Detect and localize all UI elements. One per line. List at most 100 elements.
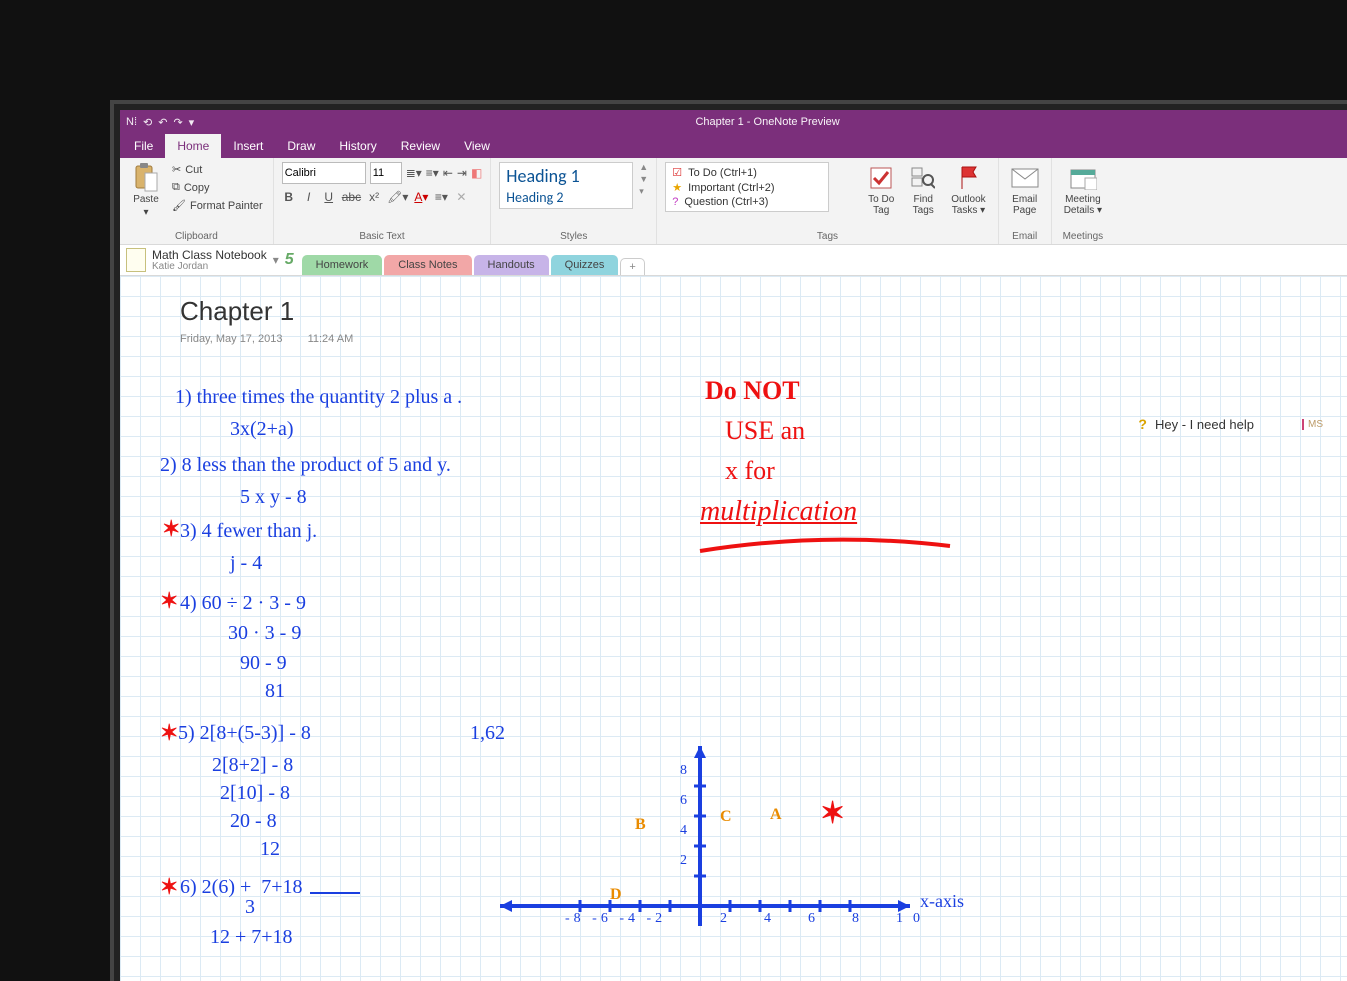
group-clipboard: Paste ▾ ✂Cut ⧉Copy 🖌Format Painter Clipb…: [120, 158, 274, 244]
paste-button[interactable]: Paste ▾: [128, 162, 164, 220]
red-underline-icon: [695, 536, 955, 566]
bullets-icon[interactable]: ≣▾: [406, 166, 422, 180]
font-select[interactable]: [282, 162, 366, 184]
scissors-icon: ✂: [172, 163, 181, 176]
group-label: Styles: [499, 231, 648, 242]
tag-important[interactable]: ★Important (Ctrl+2): [672, 181, 822, 194]
tab-home[interactable]: Home: [165, 134, 221, 158]
window-title: Chapter 1 - OneNote Preview: [194, 116, 1341, 128]
tab-insert[interactable]: Insert: [221, 134, 275, 158]
clear-format-button[interactable]: ✕: [454, 190, 468, 204]
tab-review[interactable]: Review: [389, 134, 452, 158]
ink-line-3: 3) 4 fewer than j.: [180, 520, 317, 543]
ink-line-4b: 30 · 3 - 9: [228, 622, 301, 645]
gallery-down-icon[interactable]: ▼: [639, 174, 648, 184]
italic-button[interactable]: I: [302, 190, 316, 204]
font-size-select[interactable]: [370, 162, 402, 184]
tag-todo[interactable]: ☑To Do (Ctrl+1): [672, 166, 822, 179]
page-time: 11:24 AM: [308, 333, 354, 345]
page-title[interactable]: Chapter 1: [180, 296, 375, 327]
styles-gallery[interactable]: Heading 1 Heading 2: [499, 162, 633, 209]
ink-line-5b: 2[8+2] - 8: [212, 754, 293, 777]
chevron-down-icon[interactable]: ▾: [273, 253, 279, 267]
todo-tag-button[interactable]: To Do Tag: [863, 162, 899, 218]
point-d: D: [610, 886, 622, 904]
red-x-mark-4: ✶: [160, 588, 178, 614]
tab-file[interactable]: File: [122, 134, 165, 158]
red-note-4: multiplication: [700, 496, 857, 528]
indent-icon[interactable]: ⇥: [457, 166, 467, 180]
find-tags-button[interactable]: Find Tags: [905, 162, 941, 218]
red-x-mark-6: ✶: [160, 874, 178, 900]
section-classnotes[interactable]: Class Notes: [384, 255, 471, 275]
outlook-tasks-button[interactable]: Outlook Tasks ▾: [947, 162, 989, 218]
question-icon: ?: [672, 196, 678, 208]
eraser-icon[interactable]: ◧: [471, 166, 482, 180]
align-button[interactable]: ≡▾: [434, 190, 448, 204]
section-add-button[interactable]: +: [620, 258, 644, 275]
ink-line-4d: 81: [265, 680, 285, 703]
gallery-more-icon[interactable]: ▾: [639, 186, 648, 197]
notebook-icon: [126, 248, 146, 272]
email-page-button[interactable]: Email Page: [1007, 162, 1043, 218]
section-quizzes[interactable]: Quizzes: [551, 255, 619, 275]
back-icon[interactable]: ⟲: [143, 116, 152, 129]
ink-line-6-frac-bar: [310, 892, 360, 894]
tags-gallery[interactable]: ☑To Do (Ctrl+1) ★Important (Ctrl+2) ?Que…: [665, 162, 829, 212]
meeting-details-button[interactable]: Meeting Details ▾: [1060, 162, 1106, 218]
red-note-1: Do NOT: [705, 376, 800, 406]
notebook-owner: Katie Jordan: [152, 262, 267, 272]
ink-line-6c: 12 + 7+18: [210, 926, 293, 949]
side-note[interactable]: ? Hey - I need help MS: [1138, 416, 1323, 432]
star-icon: ★: [672, 181, 682, 194]
search-tags-icon: [909, 164, 937, 192]
gallery-up-icon[interactable]: ▲: [639, 162, 648, 172]
ink-line-4c: 90 - 9: [240, 652, 287, 675]
notebook-picker[interactable]: Math Class Notebook Katie Jordan ▾ 5: [126, 248, 294, 272]
cut-button[interactable]: ✂Cut: [170, 162, 265, 177]
ink-line-5c: 2[10] - 8: [220, 782, 290, 805]
bold-button[interactable]: B: [282, 190, 296, 204]
redo-icon[interactable]: ↷: [173, 116, 182, 129]
tab-history[interactable]: History: [327, 134, 388, 158]
point-b: B: [635, 816, 646, 834]
tag-question[interactable]: ?Question (Ctrl+3): [672, 196, 822, 208]
undo-icon[interactable]: ↶: [158, 116, 167, 129]
calendar-icon: [1069, 164, 1097, 192]
point-c: C: [720, 808, 732, 826]
ink-line-6b: 3: [180, 896, 255, 919]
ink-line-5e: 12: [260, 838, 280, 861]
red-x-mark-5: ✶: [160, 720, 178, 746]
copy-button[interactable]: ⧉Copy: [170, 180, 265, 195]
page-canvas[interactable]: Chapter 1 Friday, May 17, 2013 11:24 AM …: [120, 276, 1347, 981]
section-homework[interactable]: Homework: [302, 255, 383, 275]
group-label: Meetings: [1060, 231, 1106, 242]
format-painter-button[interactable]: 🖌Format Painter: [170, 198, 265, 213]
underline-button[interactable]: U: [322, 190, 336, 204]
group-styles: Heading 1 Heading 2 ▲ ▼ ▾ Styles: [491, 158, 657, 244]
tab-draw[interactable]: Draw: [275, 134, 327, 158]
group-basic-text: ≣▾ ≡▾ ⇤ ⇥ ◧ B I U abc x² 🖍▾ A▾ ≡▾ ✕: [274, 158, 492, 244]
numbering-icon[interactable]: ≡▾: [426, 166, 439, 180]
strike-button[interactable]: abc: [342, 190, 361, 204]
section-handouts[interactable]: Handouts: [474, 255, 549, 275]
highlight-button[interactable]: 🖍▾: [387, 190, 408, 204]
title-bar: N⁞ ⟲ ↶ ↷ ▾ Chapter 1 - OneNote Preview: [120, 110, 1347, 134]
font-color-button[interactable]: A▾: [414, 190, 428, 204]
ink-line-4: 4) 60 ÷ 2 · 3 - 9: [180, 592, 306, 615]
outdent-icon[interactable]: ⇤: [443, 166, 453, 180]
notebook-bar: Math Class Notebook Katie Jordan ▾ 5 Hom…: [120, 245, 1347, 276]
style-heading1[interactable]: Heading 1: [506, 165, 626, 187]
chevron-down-icon: ▾: [143, 207, 148, 218]
style-heading2[interactable]: Heading 2: [506, 189, 626, 206]
tab-view[interactable]: View: [452, 134, 502, 158]
axis-ticks-neg: -8 -6 -4 -2: [565, 911, 666, 927]
group-label: Email: [1007, 231, 1043, 242]
section-tabs: Homework Class Notes Handouts Quizzes +: [302, 245, 647, 275]
sync-badge: 5: [285, 251, 294, 269]
envelope-icon: [1011, 164, 1039, 192]
ink-line-5d: 20 - 8: [230, 810, 277, 833]
subscript-button[interactable]: x²: [367, 190, 381, 204]
page-date: Friday, May 17, 2013: [180, 333, 283, 345]
checkbox-icon: [867, 164, 895, 192]
